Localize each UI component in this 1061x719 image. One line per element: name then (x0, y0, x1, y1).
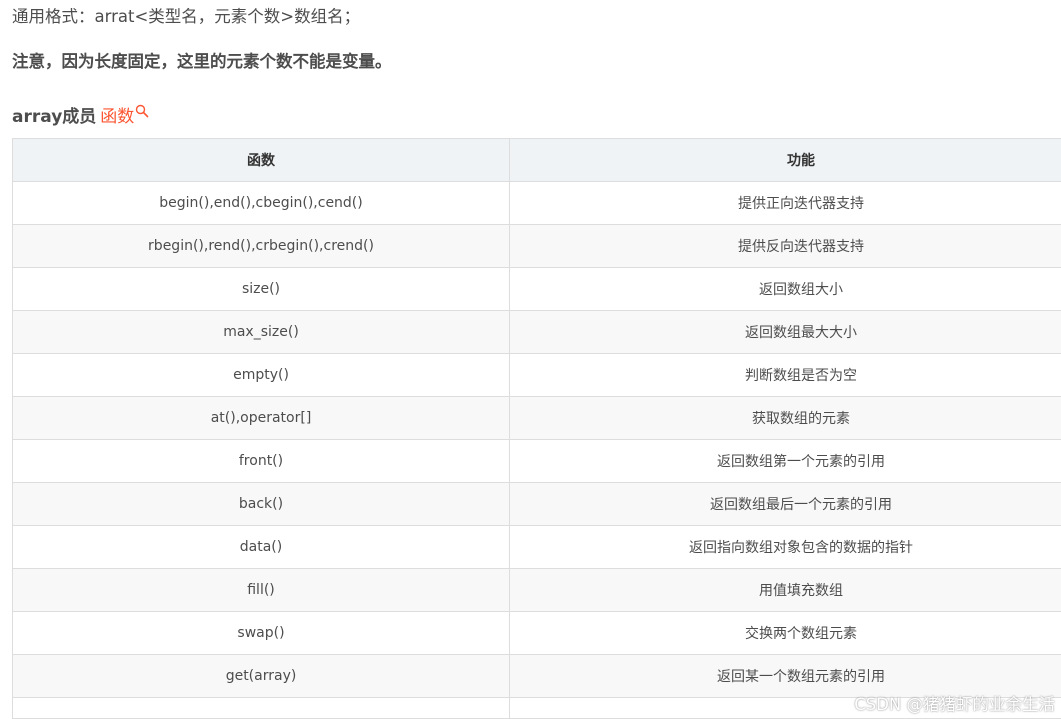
table-row: max_size() 返回数组最大大小 (12, 310, 1061, 354)
empty-cell (12, 697, 510, 719)
feature-cell: 返回指向数组对象包含的数据的指针 (509, 525, 1061, 569)
table-row: at(),operator[] 获取数组的元素 (12, 396, 1061, 440)
note-line: 注意，因为长度固定，这里的元素个数不能是变量。 (12, 52, 392, 71)
feature-cell: 交换两个数组元素 (509, 611, 1061, 655)
table-row: front() 返回数组第一个元素的引用 (12, 439, 1061, 483)
member-function-table: 函数 功能 begin(),end(),cbegin(),cend() 提供正向迭… (12, 138, 1061, 719)
table-header-row: 函数 功能 (12, 138, 1061, 182)
function-link-label: 函数 (100, 107, 135, 127)
table-row: begin(),end(),cbegin(),cend() 提供正向迭代器支持 (12, 181, 1061, 225)
table-row: swap() 交换两个数组元素 (12, 611, 1061, 655)
table-row: fill() 用值填充数组 (12, 568, 1061, 612)
feature-cell: 提供反向迭代器支持 (509, 224, 1061, 268)
feature-cell: 返回数组最后一个元素的引用 (509, 482, 1061, 526)
function-cell: size() (12, 267, 510, 311)
function-cell: data() (12, 525, 510, 569)
format-line: 通用格式：arrat<类型名，元素个数>数组名； (12, 7, 361, 26)
function-cell: empty() (12, 353, 510, 397)
feature-cell: 获取数组的元素 (509, 396, 1061, 440)
feature-cell: 返回数组最大大小 (509, 310, 1061, 354)
feature-cell: 返回数组大小 (509, 267, 1061, 311)
function-cell: rbegin(),rend(),crbegin(),crend() (12, 224, 510, 268)
function-cell: max_size() (12, 310, 510, 354)
function-cell: swap() (12, 611, 510, 655)
table-row: size() 返回数组大小 (12, 267, 1061, 311)
function-cell: front() (12, 439, 510, 483)
table-row: back() 返回数组最后一个元素的引用 (12, 482, 1061, 526)
table-row: rbegin(),rend(),crbegin(),crend() 提供反向迭代器… (12, 224, 1061, 268)
heading-title: array成员 (12, 107, 97, 127)
function-cell: back() (12, 482, 510, 526)
feature-cell: 用值填充数组 (509, 568, 1061, 612)
function-search-link[interactable]: 函数 (100, 104, 149, 127)
feature-cell: 返回数组第一个元素的引用 (509, 439, 1061, 483)
header-feature: 功能 (509, 138, 1061, 182)
function-cell: get(array) (12, 654, 510, 698)
search-icon (135, 100, 149, 126)
csdn-watermark: CSDN @猪猪虾的业余生活 (854, 695, 1055, 714)
function-cell: fill() (12, 568, 510, 612)
table-row: data() 返回指向数组对象包含的数据的指针 (12, 525, 1061, 569)
feature-cell: 判断数组是否为空 (509, 353, 1061, 397)
function-cell: at(),operator[] (12, 396, 510, 440)
table-body: begin(),end(),cbegin(),cend() 提供正向迭代器支持 rb… (12, 181, 1061, 719)
section-heading: array成员 函数 (12, 104, 149, 130)
function-cell: begin(),end(),cbegin(),cend() (12, 181, 510, 225)
feature-cell: 提供正向迭代器支持 (509, 181, 1061, 225)
table-row: empty() 判断数组是否为空 (12, 353, 1061, 397)
header-function: 函数 (12, 138, 510, 182)
